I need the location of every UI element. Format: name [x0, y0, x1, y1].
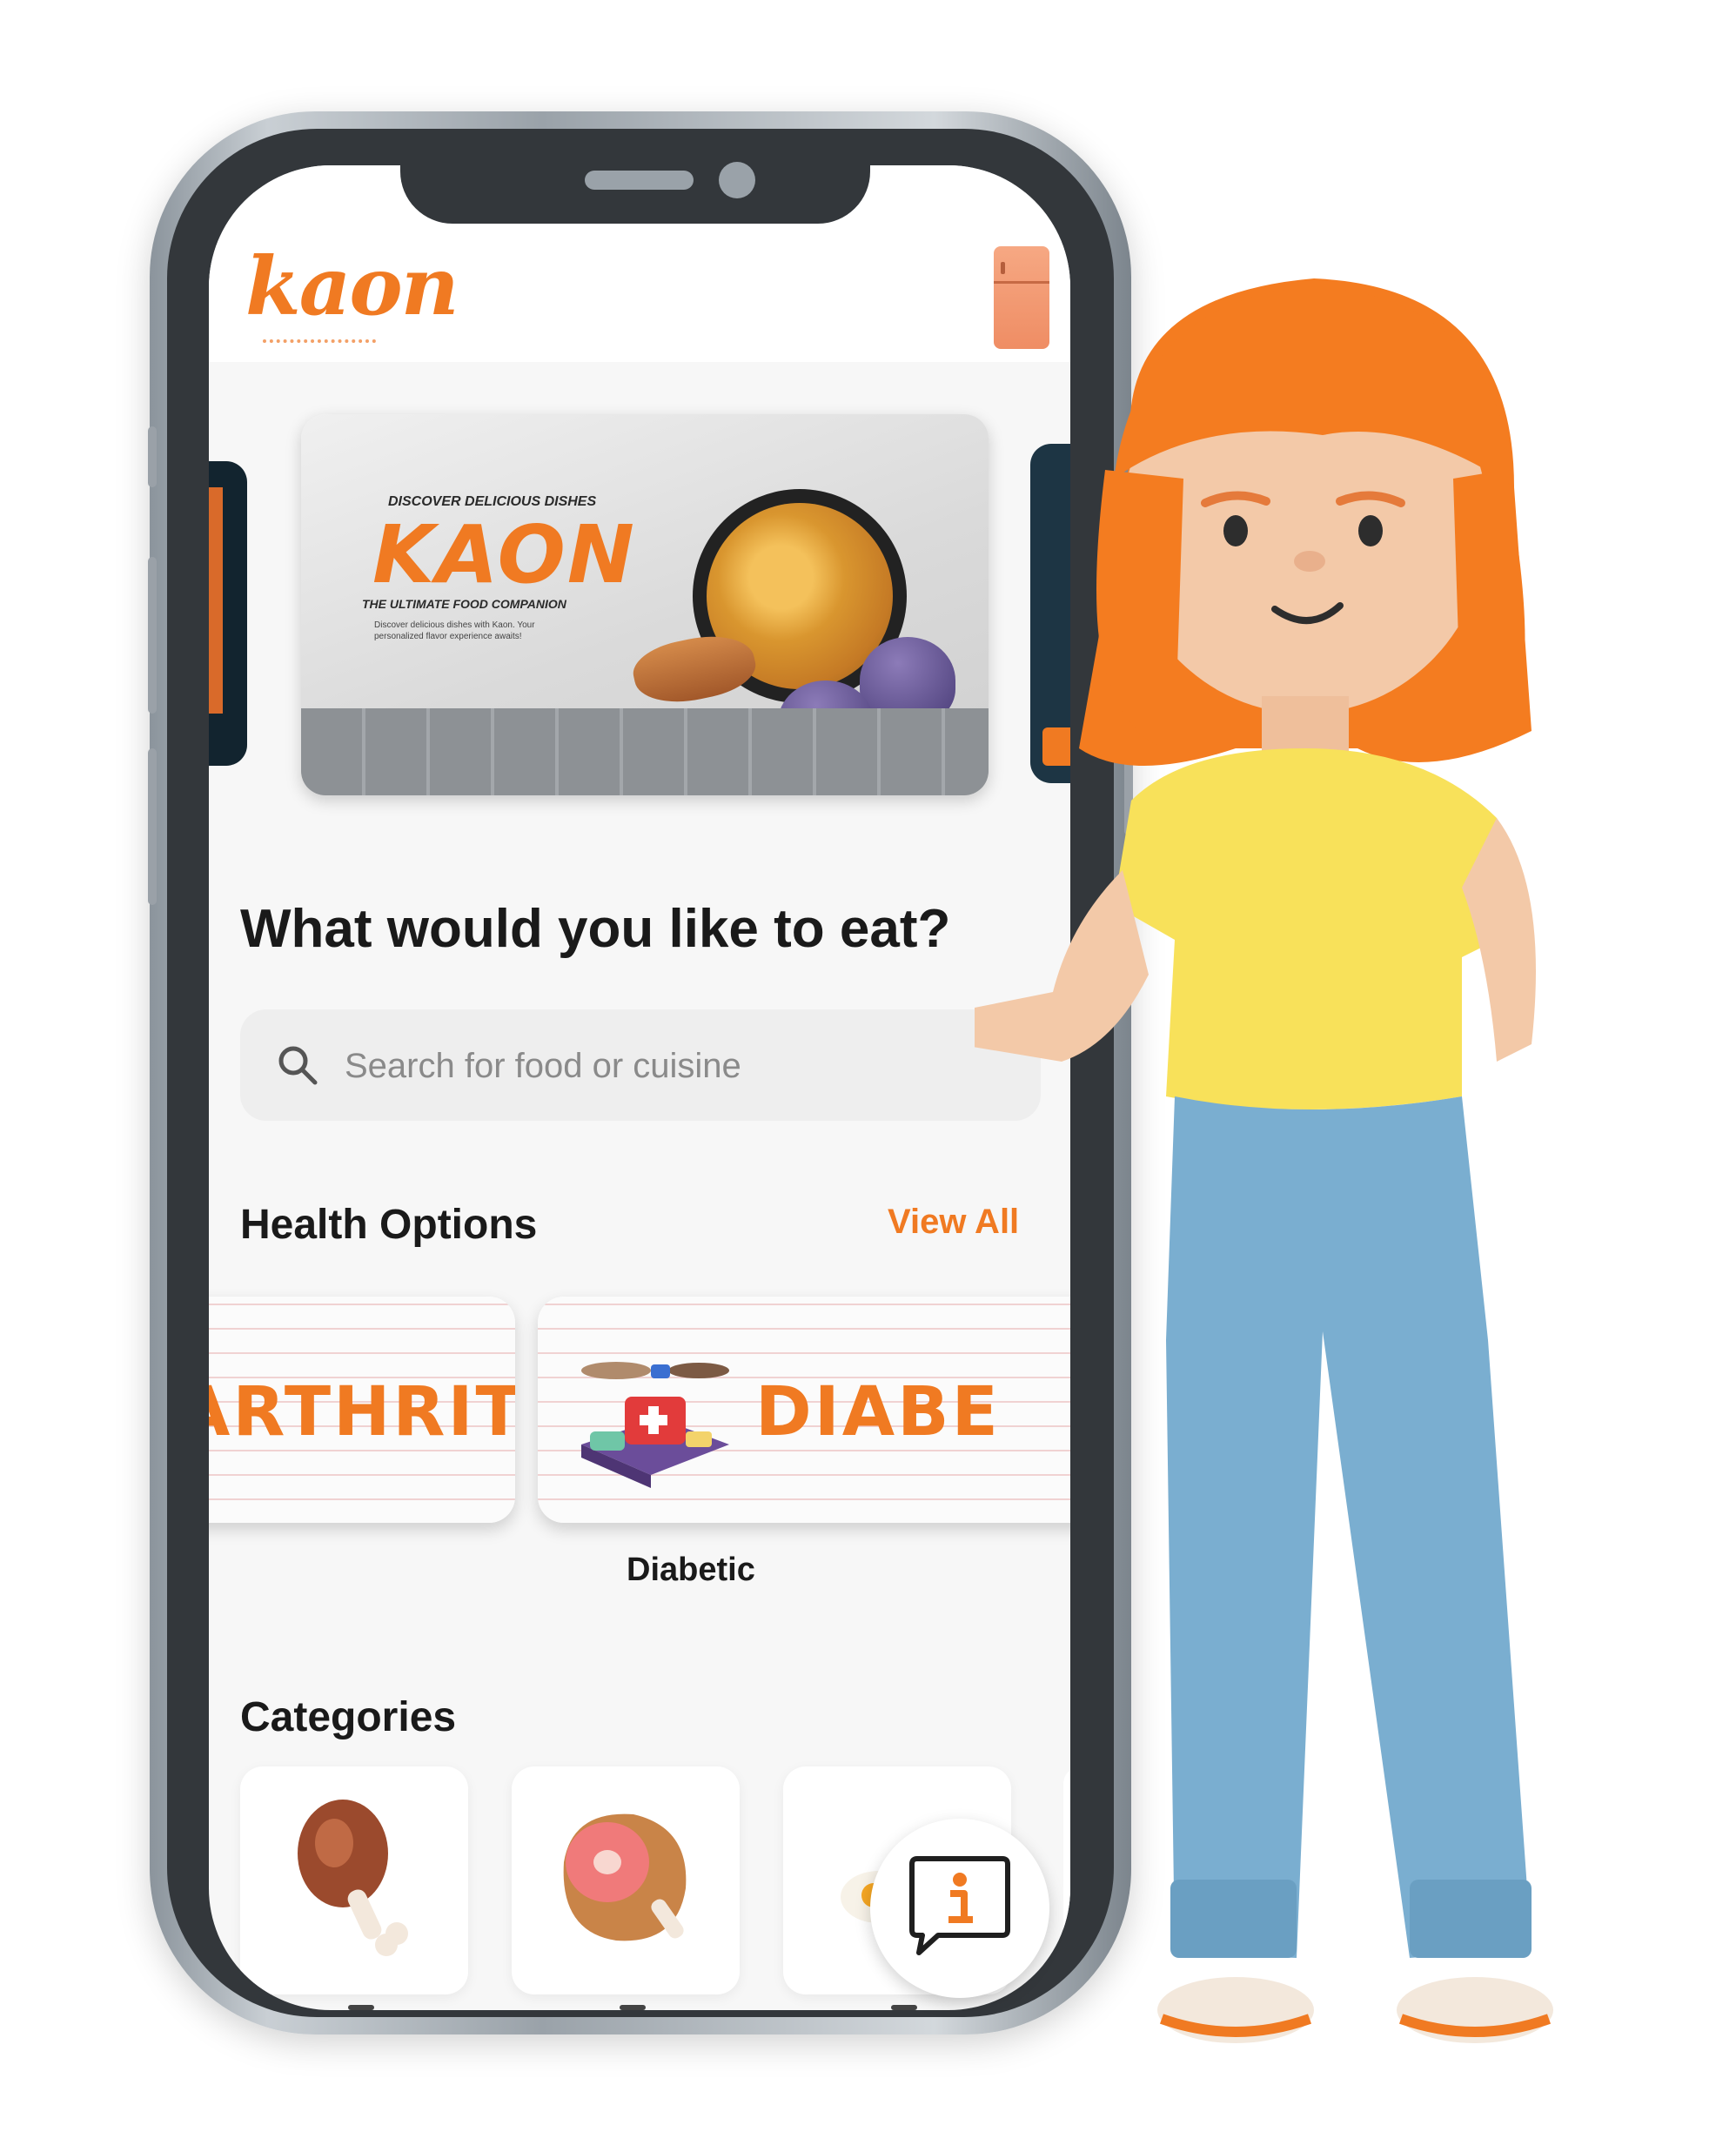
chicken-leg-icon [298, 1800, 408, 1956]
categories-title: Categories [240, 1694, 457, 1740]
logo-underline [263, 339, 376, 346]
info-chat-icon [909, 1856, 1010, 1955]
health-card-word: ARTHRITIS [209, 1373, 515, 1451]
phone-side-button-3 [148, 748, 157, 905]
health-card-word: DIABE [755, 1373, 1001, 1451]
search-bar[interactable] [240, 1009, 1041, 1121]
banner-subtitle: THE ULTIMATE FOOD COMPANION [362, 597, 566, 611]
category-card[interactable] [240, 1766, 468, 1994]
diabetes-kit-illustration [581, 1362, 729, 1488]
banner-title: KAON [372, 508, 636, 601]
promo-banner[interactable]: DISCOVER DELICIOUS DISHES KAON THE ULTIM… [301, 414, 989, 795]
health-card-caption: Diabetic [627, 1552, 755, 1588]
category-label-stub [620, 2005, 646, 2010]
app-logo[interactable]: kaon [245, 239, 459, 333]
phone-side-button-2 [148, 557, 157, 714]
banner-wood-floor [301, 708, 989, 795]
info-chat-button[interactable] [870, 1819, 1049, 1998]
search-icon [278, 1046, 318, 1085]
category-label-stub [348, 2005, 374, 2010]
girl-character-illustration [975, 278, 1553, 2043]
phone-side-button-1 [148, 426, 157, 487]
search-input[interactable] [343, 1037, 1008, 1095]
page-headline: What would you like to eat? [240, 899, 951, 959]
ham-icon [563, 1813, 687, 1941]
phone-camera [719, 162, 755, 198]
carousel-prev-slide[interactable] [209, 461, 247, 766]
banner-description: Discover delicious dishes with Kaon. You… [374, 620, 535, 641]
health-card-arthritis[interactable]: ARTHRITIS [209, 1297, 515, 1523]
app-screen: kaon DISCOVER DELICIOUS DISHES KAON THE … [209, 165, 1070, 2010]
category-label-stub [891, 2005, 917, 2010]
phone-speaker [585, 171, 694, 190]
category-card[interactable] [512, 1766, 740, 1994]
health-options-title: Health Options [240, 1202, 538, 1248]
